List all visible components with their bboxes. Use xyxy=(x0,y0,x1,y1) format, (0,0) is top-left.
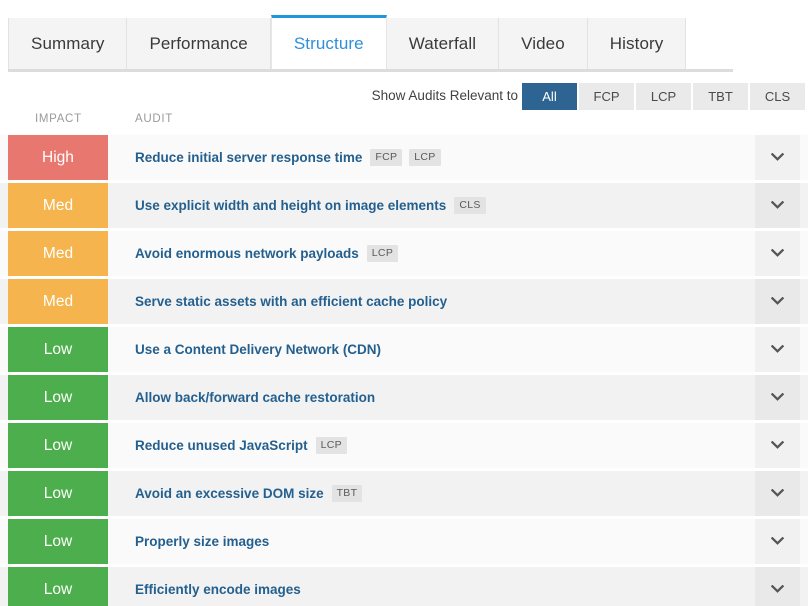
expand-row-button[interactable] xyxy=(755,327,800,372)
audit-cell: Reduce initial server response time FCP LC… xyxy=(108,135,755,180)
expand-row-button[interactable] xyxy=(755,135,800,180)
metric-filter-group: All FCP LCP TBT CLS xyxy=(522,83,805,110)
audit-cell: Allow back/forward cache restoration xyxy=(108,375,755,420)
audit-title-link[interactable]: Allow back/forward cache restoration xyxy=(135,390,375,405)
expand-row-button[interactable] xyxy=(755,519,800,564)
chevron-down-icon xyxy=(771,153,784,162)
audit-filter-bar: Show Audits Relevant to All FCP LCP TBT CLS xyxy=(0,83,808,113)
metric-tag: FCP xyxy=(370,149,403,166)
audit-list: High Reduce initial server response time F… xyxy=(0,135,808,606)
impact-badge: Low xyxy=(8,519,108,564)
metric-tag: LCP xyxy=(366,245,399,262)
column-header-impact: IMPACT xyxy=(35,113,82,125)
chevron-down-icon xyxy=(771,393,784,402)
tab-summary[interactable]: Summary xyxy=(8,18,128,69)
audit-row[interactable]: Low Avoid an excessive DOM size TBT xyxy=(0,471,808,516)
audit-cell: Use explicit width and height on image e… xyxy=(108,183,755,228)
expand-row-button[interactable] xyxy=(755,567,800,606)
expand-row-button[interactable] xyxy=(755,183,800,228)
impact-badge: Low xyxy=(8,375,108,420)
metric-tag: LCP xyxy=(409,149,441,166)
audit-title-link[interactable]: Efficiently encode images xyxy=(135,582,301,597)
chevron-down-icon xyxy=(771,297,784,306)
audit-title-link[interactable]: Avoid an excessive DOM size xyxy=(135,486,324,501)
expand-row-button[interactable] xyxy=(755,471,800,516)
metric-tag: LCP xyxy=(315,437,347,454)
metric-tag-group: LCP xyxy=(366,245,399,262)
audit-title-link[interactable]: Avoid enormous network payloads xyxy=(135,246,359,261)
filter-button-cls[interactable]: CLS xyxy=(750,83,805,110)
audit-title-link[interactable]: Use explicit width and height on image e… xyxy=(135,198,446,213)
tab-video[interactable]: Video xyxy=(499,18,588,69)
filter-button-tbt[interactable]: TBT xyxy=(693,83,748,110)
impact-badge: Med xyxy=(8,231,108,276)
chevron-down-icon xyxy=(771,489,784,498)
chevron-down-icon xyxy=(771,201,784,210)
tab-list: Summary Performance Structure Waterfall Vide… xyxy=(8,15,687,72)
audit-cell: Avoid enormous network payloads LCP xyxy=(108,231,755,276)
expand-row-button[interactable] xyxy=(755,231,800,276)
metric-tag: CLS xyxy=(454,197,486,214)
column-header-audit: AUDIT xyxy=(135,113,173,125)
filter-button-all[interactable]: All xyxy=(522,83,577,110)
chevron-down-icon xyxy=(771,249,784,258)
impact-badge: Low xyxy=(8,327,108,372)
audit-row[interactable]: Low Reduce unused JavaScript LCP xyxy=(0,423,808,468)
expand-row-button[interactable] xyxy=(755,279,800,324)
tab-performance[interactable]: Performance xyxy=(127,18,271,69)
audit-title-link[interactable]: Serve static assets with an efficient ca… xyxy=(135,294,447,309)
metric-tag-group: TBT xyxy=(331,485,363,502)
audit-row[interactable]: Med Use explicit width and height on imag… xyxy=(0,183,808,228)
expand-row-button[interactable] xyxy=(755,423,800,468)
audit-row[interactable]: Low Use a Content Delivery Network (CDN) xyxy=(0,327,808,372)
chevron-down-icon xyxy=(771,537,784,546)
audit-row[interactable]: Med Avoid enormous network payloads LCP xyxy=(0,231,808,276)
impact-badge: Low xyxy=(8,471,108,516)
filter-label: Show Audits Relevant to xyxy=(371,88,518,103)
metric-tag: TBT xyxy=(331,485,363,502)
impact-badge: Med xyxy=(8,279,108,324)
column-header-row: IMPACT AUDIT xyxy=(0,113,808,135)
audit-title-link[interactable]: Properly size images xyxy=(135,534,269,549)
filter-button-lcp[interactable]: LCP xyxy=(636,83,691,110)
chevron-down-icon xyxy=(771,345,784,354)
audit-title-link[interactable]: Use a Content Delivery Network (CDN) xyxy=(135,342,381,357)
impact-badge: Med xyxy=(8,183,108,228)
audit-cell: Use a Content Delivery Network (CDN) xyxy=(108,327,755,372)
audit-title-link[interactable]: Reduce unused JavaScript xyxy=(135,438,308,453)
audit-row[interactable]: Low Efficiently encode images xyxy=(0,567,808,606)
tab-bar: Summary Performance Structure Waterfall Vide… xyxy=(0,0,808,72)
audit-cell: Avoid an excessive DOM size TBT xyxy=(108,471,755,516)
chevron-down-icon xyxy=(771,585,784,594)
audit-title-link[interactable]: Reduce initial server response time xyxy=(135,150,362,165)
impact-badge: Low xyxy=(8,567,108,606)
impact-badge: Low xyxy=(8,423,108,468)
chevron-down-icon xyxy=(771,441,784,450)
metric-tag-group: FCP LCP xyxy=(370,149,441,166)
audit-cell: Reduce unused JavaScript LCP xyxy=(108,423,755,468)
filter-button-fcp[interactable]: FCP xyxy=(579,83,634,110)
audit-row[interactable]: Med Serve static assets with an efficient… xyxy=(0,279,808,324)
tab-structure[interactable]: Structure xyxy=(270,15,387,69)
audit-row[interactable]: High Reduce initial server response time F… xyxy=(0,135,808,180)
audit-row[interactable]: Low Allow back/forward cache restoration xyxy=(0,375,808,420)
tab-waterfall[interactable]: Waterfall xyxy=(386,18,500,69)
metric-tag-group: LCP xyxy=(315,437,347,454)
metric-tag-group: CLS xyxy=(454,197,486,214)
audit-row[interactable]: Low Properly size images xyxy=(0,519,808,564)
impact-badge: High xyxy=(8,135,108,180)
expand-row-button[interactable] xyxy=(755,375,800,420)
audit-cell: Properly size images xyxy=(108,519,755,564)
audit-cell: Serve static assets with an efficient ca… xyxy=(108,279,755,324)
audit-cell: Efficiently encode images xyxy=(108,567,755,606)
tab-history[interactable]: History xyxy=(587,18,687,69)
